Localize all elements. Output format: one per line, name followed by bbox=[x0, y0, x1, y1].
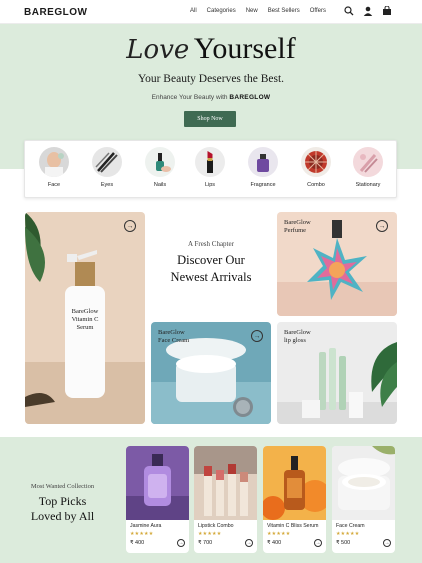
category-eyes[interactable]: Eyes bbox=[82, 147, 132, 188]
new-arrivals-heading: Discover Our Newest Arrivals bbox=[150, 252, 272, 286]
category-label: Nails bbox=[153, 182, 167, 188]
category-label: Stationary bbox=[355, 182, 381, 188]
category-strip: Face Eyes Nails Lips Fragrance Combo Sta… bbox=[24, 140, 397, 198]
face-cream-feature-card[interactable]: BareGlow Face Cream → bbox=[151, 322, 271, 424]
perfume-arrow-icon[interactable]: → bbox=[376, 220, 388, 232]
top-picks-heading-line: Loved by All bbox=[30, 509, 95, 523]
lips-icon bbox=[195, 147, 225, 177]
face-cream-caption-line: BareGlow bbox=[158, 329, 185, 336]
perfume-caption: BareGlow Perfume bbox=[284, 219, 311, 235]
category-fragrance[interactable]: Fragrance bbox=[238, 147, 288, 188]
nav-link-new[interactable]: New bbox=[246, 8, 258, 14]
product-name: Vitamin C Bliss Serum bbox=[267, 523, 319, 529]
serum-arrow-icon[interactable]: → bbox=[124, 220, 136, 232]
new-arrivals-heading-line: Discover Our bbox=[177, 253, 245, 267]
hero-tagline-text: Enhance Your Beauty with bbox=[151, 94, 228, 101]
rating-stars: ★★★★★ bbox=[267, 531, 291, 537]
product-name: Jasmine Aura bbox=[130, 523, 162, 529]
product-price: ₹ 400 bbox=[267, 540, 282, 546]
top-picks-heading: Top Picks Loved by All bbox=[10, 494, 115, 524]
hero-title-main: Yourself bbox=[193, 32, 296, 65]
cart-icon[interactable] bbox=[382, 6, 392, 16]
serum-feature-card[interactable]: BareGlow Vitamin C Serum → bbox=[25, 212, 145, 424]
arrow-icon[interactable]: → bbox=[177, 539, 185, 547]
product-card[interactable]: Face Cream ★★★★★ ₹ 500 → bbox=[332, 446, 395, 553]
product-price: ₹ 400 bbox=[130, 540, 145, 546]
hero-tagline-brand: BAREGLOW bbox=[229, 94, 271, 101]
shop-now-button[interactable]: Shop Now bbox=[184, 111, 236, 127]
product-image bbox=[263, 446, 326, 520]
category-combo[interactable]: Combo bbox=[291, 147, 341, 188]
category-label: Combo bbox=[307, 182, 325, 188]
new-arrivals-intro: A Fresh Chapter Discover Our Newest Arri… bbox=[150, 240, 272, 286]
eyes-icon bbox=[92, 147, 122, 177]
product-image bbox=[194, 446, 257, 520]
perfume-feature-card[interactable]: BareGlow Perfume → bbox=[277, 212, 397, 316]
nails-icon bbox=[145, 147, 175, 177]
product-price: ₹ 700 bbox=[198, 540, 213, 546]
account-icon[interactable] bbox=[363, 6, 373, 16]
hero-title-script: Love bbox=[126, 35, 190, 65]
nav-icons bbox=[344, 6, 392, 16]
product-name: Face Cream bbox=[336, 523, 365, 529]
category-face[interactable]: Face bbox=[29, 147, 79, 188]
hero-subtitle: Your Beauty Deserves the Best. bbox=[137, 73, 285, 85]
new-arrivals-heading-line: Newest Arrivals bbox=[170, 270, 252, 284]
fragrance-icon bbox=[248, 147, 278, 177]
combo-icon bbox=[301, 147, 331, 177]
category-label: Face bbox=[47, 182, 61, 188]
rating-stars: ★★★★★ bbox=[336, 531, 360, 537]
serum-caption-line: Vitamin C bbox=[71, 316, 99, 323]
nav-link-all[interactable]: All bbox=[190, 8, 197, 14]
brand-logo[interactable]: BAREGLOW bbox=[24, 7, 87, 18]
nav-link-categories[interactable]: Categories bbox=[207, 8, 236, 14]
perfume-caption-line: Perfume bbox=[284, 227, 307, 234]
arrow-icon[interactable]: → bbox=[383, 539, 391, 547]
stationary-icon bbox=[353, 147, 383, 177]
category-lips[interactable]: Lips bbox=[185, 147, 235, 188]
serum-caption-line: BareGlow bbox=[71, 308, 99, 315]
hero-title: Love Yourself bbox=[0, 32, 422, 66]
nav-links: All Categories New Best Sellers Offers bbox=[190, 8, 336, 14]
lip-gloss-caption-line: BareGlow bbox=[284, 329, 311, 336]
category-nails[interactable]: Nails bbox=[135, 147, 185, 188]
new-arrivals-eyebrow: A Fresh Chapter bbox=[188, 240, 234, 248]
nav-link-offers[interactable]: Offers bbox=[310, 8, 326, 14]
category-label: Eyes bbox=[100, 182, 114, 188]
category-label: Fragrance bbox=[250, 182, 276, 188]
rating-stars: ★★★★★ bbox=[198, 531, 222, 537]
lip-gloss-caption: BareGlow lip gloss bbox=[284, 329, 311, 345]
top-picks-intro: Most Wanted Collection Top Picks Loved b… bbox=[10, 483, 115, 524]
lip-gloss-caption-line: lip gloss bbox=[284, 337, 306, 344]
product-image bbox=[332, 446, 395, 520]
search-icon[interactable] bbox=[344, 6, 354, 16]
face-cream-arrow-icon[interactable]: → bbox=[251, 330, 263, 342]
lip-gloss-feature-card[interactable]: BareGlow lip gloss bbox=[277, 322, 397, 424]
category-stationary[interactable]: Stationary bbox=[343, 147, 393, 188]
serum-caption-line: Serum bbox=[76, 324, 94, 331]
face-cream-caption: BareGlow Face Cream bbox=[158, 329, 189, 345]
rating-stars: ★★★★★ bbox=[130, 531, 154, 537]
nav-link-best-sellers[interactable]: Best Sellers bbox=[268, 8, 300, 14]
product-card[interactable]: Lipstick Combo ★★★★★ ₹ 700 → bbox=[194, 446, 257, 553]
serum-caption: BareGlow Vitamin C Serum bbox=[69, 308, 101, 332]
arrow-icon[interactable]: → bbox=[314, 539, 322, 547]
top-picks-heading-line: Top Picks bbox=[38, 494, 87, 508]
top-nav: BAREGLOW All Categories New Best Sellers… bbox=[0, 0, 422, 24]
arrow-icon[interactable]: → bbox=[245, 539, 253, 547]
perfume-caption-line: BareGlow bbox=[284, 219, 311, 226]
product-image bbox=[126, 446, 189, 520]
category-label: Lips bbox=[204, 182, 216, 188]
product-card[interactable]: Vitamin C Bliss Serum ★★★★★ ₹ 400 → bbox=[263, 446, 326, 553]
product-card[interactable]: Jasmine Aura ★★★★★ ₹ 400 → bbox=[126, 446, 189, 553]
product-name: Lipstick Combo bbox=[198, 523, 234, 529]
product-price: ₹ 500 bbox=[336, 540, 351, 546]
hero-tagline: Enhance Your Beauty with BAREGLOW bbox=[0, 94, 422, 101]
face-cream-caption-line: Face Cream bbox=[158, 337, 190, 344]
top-picks-eyebrow: Most Wanted Collection bbox=[30, 483, 95, 490]
face-icon bbox=[39, 147, 69, 177]
